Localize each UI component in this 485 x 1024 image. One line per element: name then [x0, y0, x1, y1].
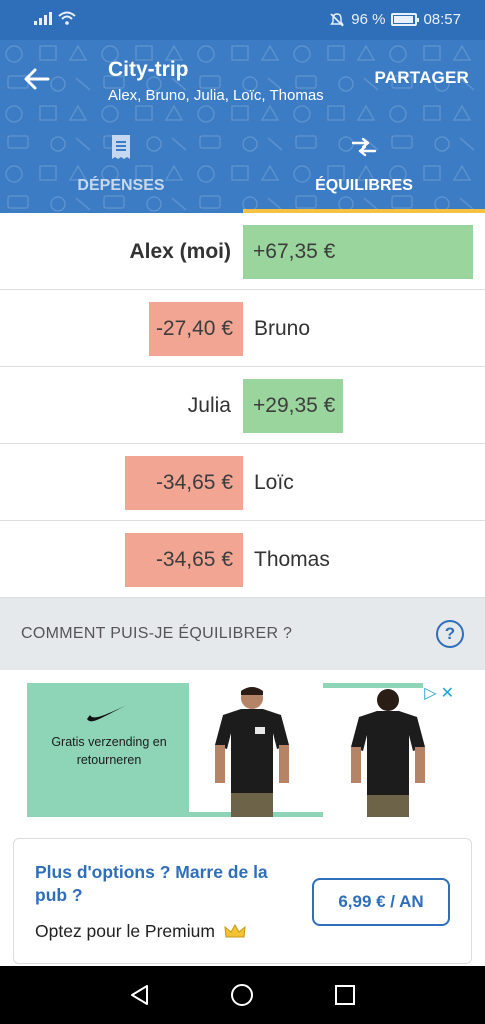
system-nav-bar [0, 966, 485, 1024]
ad-choices[interactable]: ▷ ✕ [424, 685, 454, 703]
balance-row-julia[interactable]: Julia +29,35 € [0, 367, 485, 444]
ad-promo-panel: Gratis verzending en retourneren [27, 683, 189, 817]
status-left [34, 11, 76, 25]
model-front-image [215, 687, 289, 817]
status-right: 96 % 08:57 [329, 11, 461, 28]
clock: 08:57 [423, 11, 461, 28]
swoosh-logo [87, 705, 127, 722]
nav-recents-icon[interactable] [333, 983, 357, 1007]
ad-choices-icon[interactable]: ▷ [424, 685, 436, 703]
back-arrow-icon[interactable] [22, 64, 52, 94]
tab-equilibres[interactable]: ÉQUILIBRES [243, 128, 485, 213]
premium-card[interactable]: Plus d'options ? Marre de la pub ? Optez… [13, 838, 472, 964]
model-back-image [351, 689, 425, 817]
premium-subtitle: Optez pour le Premium [35, 921, 246, 942]
how-to-balance-text: COMMENT PUIS-JE ÉQUILIBRER ? [21, 625, 293, 642]
nav-home-icon[interactable] [230, 983, 254, 1007]
ad-close-icon[interactable]: ✕ [441, 685, 454, 703]
battery-percent: 96 % [351, 11, 386, 28]
help-icon[interactable]: ? [436, 620, 464, 648]
member-name: Alex (moi) [129, 240, 231, 263]
balance-arrows-icon [351, 137, 377, 157]
balance-bar: -34,65 € [125, 456, 243, 510]
how-to-balance-bar[interactable]: COMMENT PUIS-JE ÉQUILIBRER ? ? [0, 598, 485, 670]
crown-icon [224, 923, 246, 938]
balance-bar: +29,35 € [243, 379, 343, 433]
mute-icon [330, 12, 345, 27]
balance-row-bruno[interactable]: -27,40 € Bruno [0, 290, 485, 367]
signal-icon [34, 11, 52, 25]
group-title: City-trip [108, 58, 189, 81]
app-bar: City-trip Alex, Bruno, Julia, Loïc, Thom… [0, 40, 485, 213]
wifi-icon [58, 11, 76, 25]
premium-title: Plus d'options ? Marre de la pub ? [35, 862, 268, 905]
share-button[interactable]: PARTAGER [375, 68, 469, 88]
member-name: Loïc [254, 471, 294, 494]
balance-row-thomas[interactable]: -34,65 € Thomas [0, 521, 485, 598]
balance-row-loic[interactable]: -34,65 € Loïc [0, 444, 485, 521]
member-name: Thomas [254, 548, 330, 571]
tab-depenses[interactable]: DÉPENSES [0, 128, 242, 213]
nav-back-icon[interactable] [128, 983, 152, 1007]
ad-text: Gratis verzending en retourneren [51, 735, 167, 767]
member-name: Julia [187, 394, 231, 417]
balance-row-alex[interactable]: Alex (moi) +67,35 € [0, 213, 485, 290]
premium-price-button[interactable]: 6,99 € / AN [312, 878, 450, 926]
balance-bar: -27,40 € [149, 302, 243, 356]
balance-bar: +67,35 € [243, 225, 473, 279]
battery-icon [391, 13, 420, 26]
member-name: Bruno [254, 317, 311, 340]
participants-list: Alex, Bruno, Julia, Loïc, Thomas [108, 87, 324, 104]
status-bar: 96 % 08:57 [0, 0, 485, 40]
receipt-icon [112, 135, 130, 159]
ad-banner[interactable]: Gratis verzending en retourneren ▷ ✕ [27, 683, 458, 817]
premium-subtitle-text: Optez pour le Premium [35, 921, 215, 941]
tab-depenses-label: DÉPENSES [77, 177, 165, 194]
tab-equilibres-label: ÉQUILIBRES [315, 177, 413, 194]
balance-bar: -34,65 € [125, 533, 243, 587]
